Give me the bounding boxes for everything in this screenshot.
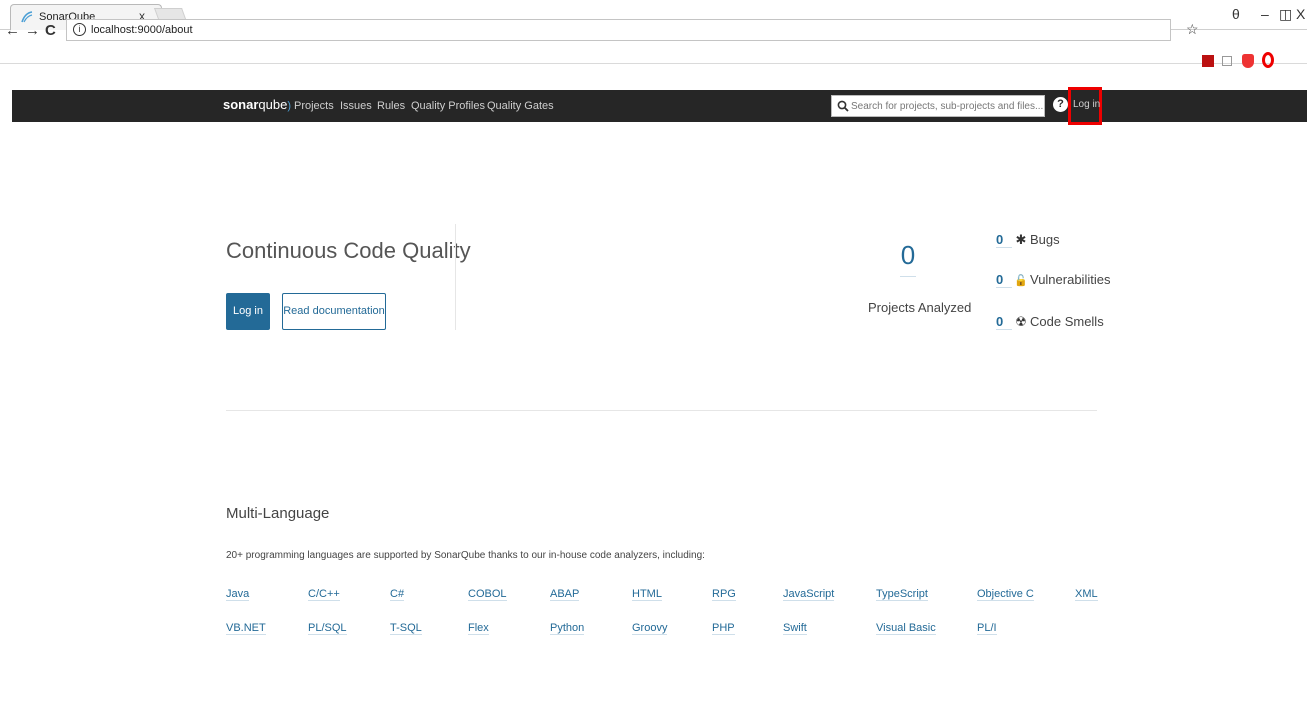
language-link-swift[interactable]: Swift xyxy=(783,622,807,635)
language-link-python[interactable]: Python xyxy=(550,622,585,635)
language-link-c-cpp[interactable]: C/C++ xyxy=(308,588,340,601)
language-link-pli[interactable]: PL/I xyxy=(977,622,997,635)
language-link-rpg[interactable]: RPG xyxy=(712,588,736,601)
account-icon[interactable]: θ xyxy=(1232,6,1240,22)
nav-login-link[interactable]: Log in xyxy=(1068,87,1102,125)
language-link-cobol[interactable]: COBOL xyxy=(468,588,507,601)
page-title: Continuous Code Quality xyxy=(226,238,471,263)
language-link-tsql[interactable]: T-SQL xyxy=(390,622,422,635)
language-link-plsql[interactable]: PL/SQL xyxy=(308,622,347,635)
bugs-count[interactable]: 0 xyxy=(996,232,1012,248)
url-text: localhost:9000/about xyxy=(91,24,193,36)
search-icon xyxy=(837,100,849,112)
vulnerabilities-count[interactable]: 0 xyxy=(996,272,1012,288)
read-documentation-button[interactable]: Read documentation xyxy=(282,293,386,330)
metric-code-smells: 0 ☢ Code Smells xyxy=(996,314,1104,330)
search-input[interactable]: Search for projects, sub-projects and fi… xyxy=(831,95,1045,117)
language-link-php[interactable]: PHP xyxy=(712,622,735,635)
opera-extension-icon[interactable] xyxy=(1262,52,1274,68)
radiation-icon: ☢ xyxy=(1015,314,1027,329)
site-info-icon[interactable]: i xyxy=(73,23,86,36)
nav-login-label: Log in xyxy=(1073,99,1101,110)
language-link-abap[interactable]: ABAP xyxy=(550,588,580,601)
language-link-html[interactable]: HTML xyxy=(632,588,662,601)
logo-waves-icon: ) xyxy=(287,100,291,112)
lock-icon: 🔓 xyxy=(1014,275,1028,287)
restore-button[interactable]: ◫ xyxy=(1279,6,1292,23)
shield-extension-icon[interactable] xyxy=(1242,54,1254,68)
reload-icon[interactable]: C xyxy=(45,22,56,39)
bug-icon: ✱ xyxy=(1015,232,1027,247)
back-icon[interactable]: ← xyxy=(5,22,20,39)
language-link-xml[interactable]: XML xyxy=(1075,588,1098,601)
language-link-groovy[interactable]: Groovy xyxy=(632,622,668,635)
login-button[interactable]: Log in xyxy=(226,293,270,330)
close-window-button[interactable]: X xyxy=(1296,6,1305,22)
code-smells-count[interactable]: 0 xyxy=(996,314,1012,330)
language-link-typescript[interactable]: TypeScript xyxy=(876,588,928,601)
logo-bold-text: sonar xyxy=(223,97,259,112)
search-placeholder: Search for projects, sub-projects and fi… xyxy=(851,101,1044,112)
pdf-extension-icon[interactable] xyxy=(1202,55,1214,67)
nav-rules[interactable]: Rules xyxy=(377,100,405,112)
language-link-vbnet[interactable]: VB.NET xyxy=(226,622,266,635)
sonarqube-navbar: sonarqube) Projects Issues Rules Quality… xyxy=(12,87,1307,125)
sonarqube-logo[interactable]: sonarqube) xyxy=(223,97,291,112)
language-link-csharp[interactable]: C# xyxy=(390,588,405,601)
language-link-objective-c[interactable]: Objective C xyxy=(977,588,1034,601)
bookmark-star-icon[interactable]: ☆ xyxy=(1186,21,1199,38)
projects-count-underline xyxy=(900,276,916,277)
metric-vulnerabilities: 0 🔓 Vulnerabilities xyxy=(996,272,1110,288)
vertical-divider xyxy=(455,224,456,330)
help-icon[interactable]: ? xyxy=(1053,97,1068,112)
metric-bugs: 0 ✱ Bugs xyxy=(996,232,1060,248)
projects-analyzed-label: Projects Analyzed xyxy=(868,300,972,315)
language-link-visual-basic[interactable]: Visual Basic xyxy=(876,622,936,635)
forward-icon[interactable]: → xyxy=(25,22,40,39)
language-link-java[interactable]: Java xyxy=(226,588,250,601)
projects-analyzed-count[interactable]: 0 xyxy=(896,240,920,271)
multi-language-title: Multi-Language xyxy=(226,505,330,522)
url-field[interactable]: i localhost:9000/about xyxy=(66,19,1171,41)
code-smells-label: Code Smells xyxy=(1030,314,1104,329)
bugs-label: Bugs xyxy=(1030,232,1060,247)
minimize-button[interactable]: – xyxy=(1261,6,1269,22)
section-divider xyxy=(226,410,1097,411)
nav-quality-gates[interactable]: Quality Gates xyxy=(487,100,554,112)
browser-address-bar: ← → C i localhost:9000/about ☆ xyxy=(0,19,1307,68)
multi-language-description: 20+ programming languages are supported … xyxy=(226,550,705,561)
nav-projects[interactable]: Projects xyxy=(294,100,334,112)
vulnerabilities-label: Vulnerabilities xyxy=(1030,272,1111,287)
logo-light-text: qube xyxy=(258,97,288,112)
language-link-flex[interactable]: Flex xyxy=(468,622,489,635)
nav-quality-profiles[interactable]: Quality Profiles xyxy=(411,100,485,112)
nav-issues[interactable]: Issues xyxy=(340,100,372,112)
screen-extension-icon[interactable] xyxy=(1222,56,1232,66)
language-link-javascript[interactable]: JavaScript xyxy=(783,588,835,601)
